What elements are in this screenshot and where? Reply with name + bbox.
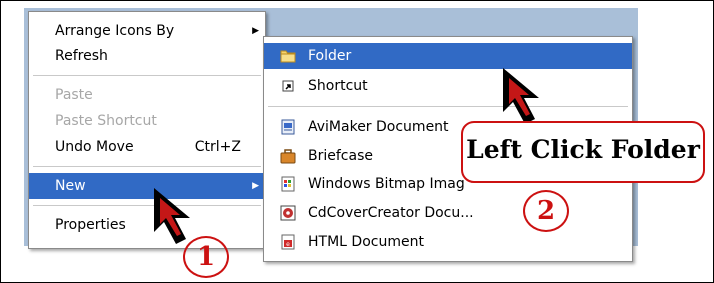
svg-text:e: e: [286, 241, 290, 248]
menu-item-paste-shortcut: Paste Shortcut: [29, 108, 265, 134]
submenu-item-label: Briefcase: [308, 148, 373, 164]
shortcut-icon: [282, 80, 294, 92]
menu-item-shortcut: Ctrl+Z: [194, 139, 241, 155]
cdcovercreator-document-icon: [280, 205, 296, 221]
menu-item-label: Undo Move: [55, 139, 134, 155]
menu-item-label: New: [55, 178, 86, 194]
submenu-item-label: Windows Bitmap Imag: [308, 176, 465, 192]
desktop-context-menu: Arrange Icons By ▶ Refresh Paste Paste S…: [28, 11, 266, 249]
instruction-callout: Left Click Folder: [461, 121, 705, 183]
submenu-item-html-document[interactable]: e HTML Document: [264, 229, 632, 255]
menu-separator: [268, 106, 628, 107]
bitmap-image-icon: [281, 176, 295, 192]
html-document-icon: e: [281, 234, 295, 250]
submenu-item-label: CdCoverCreator Docu...: [308, 205, 474, 221]
avimaker-document-icon: [281, 119, 295, 135]
menu-separator: [33, 205, 261, 206]
menu-item-paste: Paste: [29, 82, 265, 108]
submenu-arrow-icon: ▶: [252, 26, 259, 36]
menu-separator: [33, 166, 261, 167]
menu-item-undo-move[interactable]: Undo Move Ctrl+Z: [29, 134, 265, 160]
menu-separator: [33, 75, 261, 76]
submenu-arrow-icon: ▶: [252, 181, 259, 191]
step-2-badge: 2: [523, 190, 569, 232]
menu-item-properties[interactable]: Properties: [29, 212, 265, 238]
submenu-item-folder[interactable]: Folder: [264, 43, 632, 69]
menu-item-label: Paste: [55, 87, 93, 103]
menu-item-arrange-icons-by[interactable]: Arrange Icons By ▶: [29, 18, 265, 44]
submenu-item-label: Folder: [308, 48, 352, 64]
submenu-item-label: HTML Document: [308, 234, 424, 250]
submenu-item-cdcovercreator-document[interactable]: CdCoverCreator Docu...: [264, 200, 632, 226]
briefcase-icon: [280, 149, 296, 164]
menu-item-label: Arrange Icons By: [55, 23, 175, 39]
folder-icon: [280, 50, 296, 63]
step-1-badge: 1: [183, 236, 229, 278]
menu-item-label: Properties: [55, 217, 126, 233]
submenu-item-label: Shortcut: [308, 78, 368, 94]
menu-item-refresh[interactable]: Refresh: [29, 43, 265, 69]
menu-item-new[interactable]: New ▶: [29, 173, 265, 199]
menu-item-label: Refresh: [55, 48, 108, 64]
submenu-item-shortcut[interactable]: Shortcut: [264, 73, 632, 99]
submenu-item-label: AviMaker Document: [308, 119, 449, 135]
menu-item-label: Paste Shortcut: [55, 113, 157, 129]
